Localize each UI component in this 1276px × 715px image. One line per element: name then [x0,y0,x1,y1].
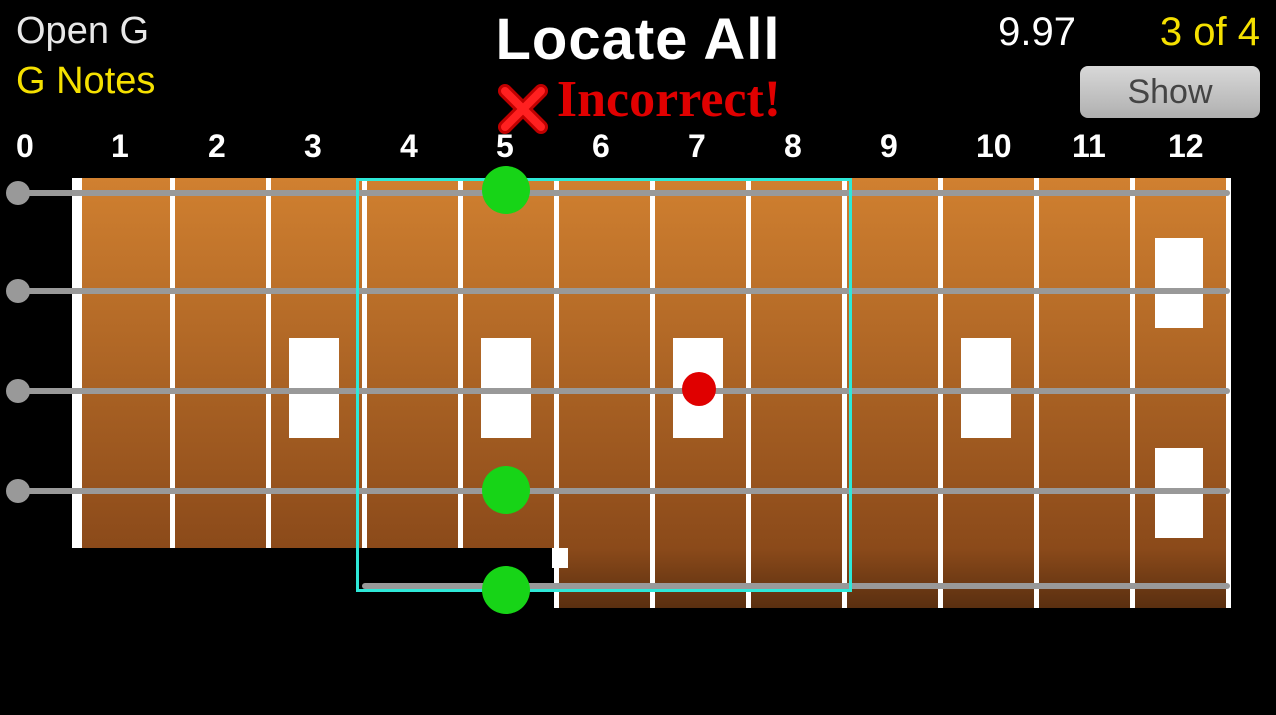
fret-number: 5 [496,128,514,165]
correct-dot [482,466,530,514]
fret-number-row: 0123456789101112 [0,128,1276,168]
open-string-dot[interactable] [6,279,30,303]
correct-dot [482,166,530,214]
fret-number: 6 [592,128,610,165]
open-string-dot[interactable] [6,479,30,503]
fret-number: 1 [111,128,129,165]
mode-title: Locate All [0,6,1276,73]
correct-dot [482,566,530,614]
fret-marker [1155,238,1203,328]
fret-number: 12 [1168,128,1204,165]
feedback-text: Incorrect! [557,71,781,128]
fretboard[interactable] [72,178,1230,608]
progress-counter: 3 of 4 [1160,10,1260,55]
fret-number: 10 [976,128,1012,165]
open-string-dot[interactable] [6,379,30,403]
fret-number: 9 [880,128,898,165]
timer-value: 9.97 [998,10,1076,55]
fret-number: 11 [1072,128,1106,165]
selection-box [356,178,852,592]
show-button[interactable]: Show [1080,66,1260,118]
open-string-dot[interactable] [6,181,30,205]
fret-number: 0 [16,128,34,165]
fret-number: 2 [208,128,226,165]
fret-number: 7 [688,128,706,165]
incorrect-dot [682,372,716,406]
fret-number: 3 [304,128,322,165]
fret-number: 8 [784,128,802,165]
fret-number: 4 [400,128,418,165]
